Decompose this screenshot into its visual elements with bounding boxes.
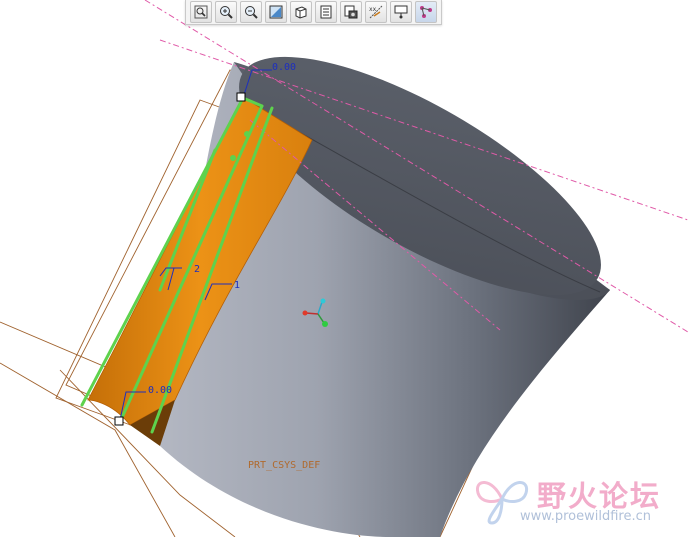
datum-display-button[interactable]: xx bbox=[365, 1, 387, 23]
datum-display-icon: xx bbox=[368, 4, 384, 20]
refit-button[interactable] bbox=[190, 1, 212, 23]
dim-1-label[interactable]: 1 bbox=[234, 280, 240, 291]
zoom-in-button[interactable] bbox=[215, 1, 237, 23]
repaint-icon bbox=[268, 4, 284, 20]
saved-views-button[interactable] bbox=[315, 1, 337, 23]
dim-top-label[interactable]: 0.00 bbox=[272, 62, 296, 73]
sketch-point[interactable] bbox=[230, 155, 236, 161]
forum-watermark: 野火论坛 www.proewildfire.cn bbox=[472, 469, 682, 529]
drag-handle-bottom[interactable] bbox=[114, 416, 124, 426]
repaint-button[interactable] bbox=[265, 1, 287, 23]
zoom-out-button[interactable] bbox=[240, 1, 262, 23]
dim-bottom-label[interactable]: 0.00 bbox=[148, 385, 172, 396]
view-toolbar: xx bbox=[185, 0, 442, 25]
zoom-in-icon bbox=[218, 4, 234, 20]
annotation-display-button[interactable] bbox=[390, 1, 412, 23]
spin-center-button[interactable] bbox=[415, 1, 437, 23]
annotation-display-icon bbox=[393, 4, 409, 20]
svg-text:xx: xx bbox=[369, 6, 377, 13]
layers-button[interactable] bbox=[340, 1, 362, 23]
saved-views-icon bbox=[318, 4, 334, 20]
spin-center-icon bbox=[418, 4, 434, 20]
shading-icon bbox=[293, 4, 309, 20]
layers-icon bbox=[343, 4, 359, 20]
model-canvas[interactable]: 0.00 0.00 2 1 PRT_CSYS_DEF bbox=[0, 0, 688, 538]
dim-2-label[interactable]: 2 bbox=[194, 264, 200, 275]
graphics-window[interactable]: 0.00 0.00 2 1 PRT_CSYS_DEF bbox=[0, 0, 688, 538]
zoom-out-icon bbox=[243, 4, 259, 20]
watermark-url: www.proewildfire.cn bbox=[520, 509, 651, 524]
refit-icon bbox=[193, 4, 209, 20]
drag-handle-top[interactable] bbox=[236, 92, 246, 102]
part-csys-label[interactable]: PRT_CSYS_DEF bbox=[248, 460, 320, 471]
shading-button[interactable] bbox=[290, 1, 312, 23]
sketch-point[interactable] bbox=[244, 131, 250, 137]
